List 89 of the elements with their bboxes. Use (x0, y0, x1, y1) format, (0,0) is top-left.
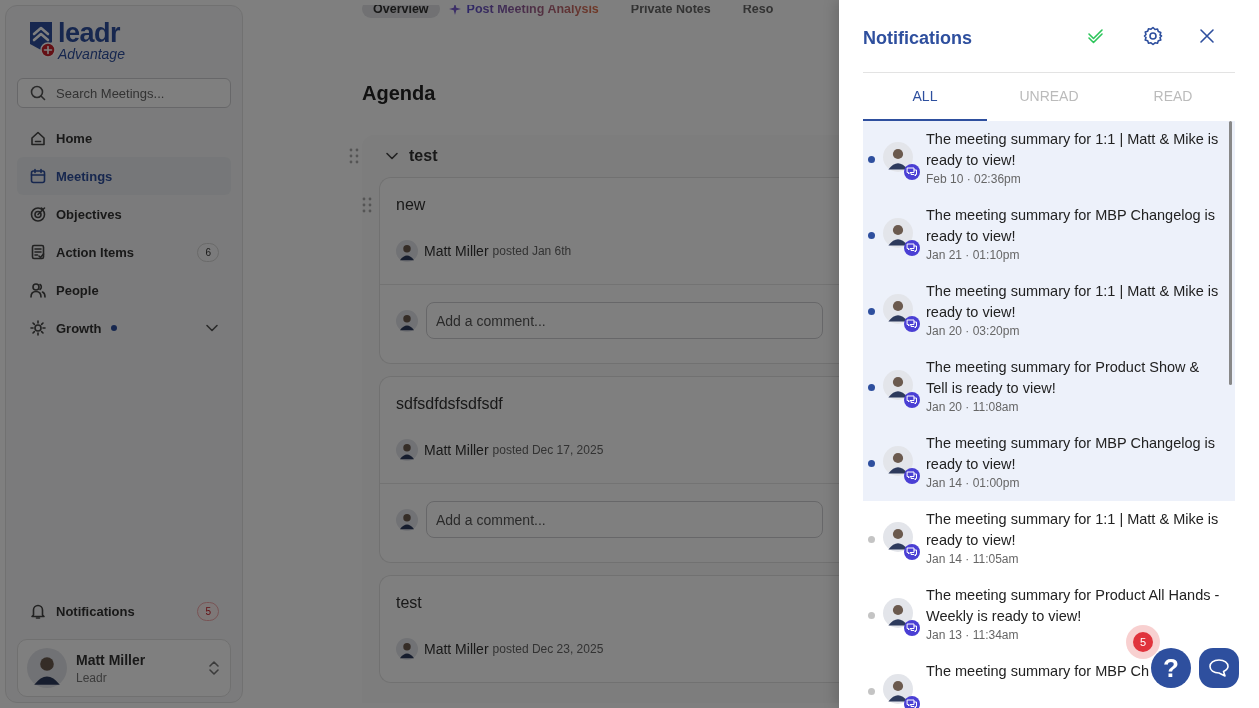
agenda-item-title: sdfsdfdsfsdfsdf (396, 395, 503, 413)
avatar (396, 508, 418, 531)
nav-icon (29, 243, 47, 261)
search-field[interactable]: Search Meetings... (17, 78, 231, 108)
notification-time: Jan 20 · 11:08am (926, 400, 1019, 414)
drawer-title: Notifications (863, 27, 972, 49)
nav-icon (29, 129, 47, 147)
user-switcher[interactable]: Matt Miller Leadr (17, 639, 231, 697)
posted-date: posted Jan 6th (492, 244, 572, 258)
count-badge: 5 (197, 601, 219, 621)
nav-item[interactable]: Home (17, 119, 231, 157)
nav-item[interactable]: Growth (17, 309, 231, 347)
agenda-item-title: test (396, 594, 422, 612)
author-name: Matt Miller (424, 243, 489, 259)
logo-tagline: Advantage (58, 46, 125, 62)
nav-icon (29, 281, 47, 299)
avatar (396, 309, 418, 332)
speech-bubble-icon (1208, 658, 1230, 678)
notification-time: Jan 14 · 11:05am (926, 552, 1019, 566)
avatar (883, 446, 913, 476)
chat-badge-icon (904, 620, 920, 636)
search-icon (30, 85, 46, 101)
chat-button[interactable] (1199, 648, 1239, 688)
notification-message: The meeting summary for MBP Changelog is ready to view! (926, 206, 1217, 246)
user-org: Leadr (76, 670, 108, 685)
posted-date: posted Dec 17, 2025 (492, 443, 604, 457)
scrollbar-thumb[interactable] (1229, 121, 1232, 385)
count-badge: 5 (1133, 632, 1153, 652)
author-name: Matt Miller (424, 641, 489, 657)
nav-item[interactable]: Action Items 6 (17, 233, 231, 271)
nav-icon (29, 205, 47, 223)
logo-wordmark: leadr (58, 20, 122, 46)
comment-field[interactable]: Add a comment... (426, 302, 823, 339)
chat-badge-icon (904, 392, 920, 408)
help-button[interactable]: ? (1151, 648, 1191, 688)
notification-item[interactable]: The meeting summary for MBP Changelog is ready to view! Jan 14 · 01:00pm (863, 425, 1235, 501)
notification-time: Jan 13 · 11:34am (926, 628, 1019, 642)
avatar (883, 674, 913, 704)
nav-item[interactable]: People (17, 271, 231, 309)
nav-icon (29, 167, 47, 185)
bell-icon (29, 602, 47, 620)
nav-item[interactable]: Objectives (17, 195, 231, 233)
close-icon[interactable] (1199, 28, 1215, 44)
avatar (883, 218, 913, 248)
avatar (883, 598, 913, 628)
meeting-tab[interactable]: Reso (731, 5, 785, 18)
notification-message: The meeting summary for Product All Hands - Weekly is ready to view! (926, 586, 1221, 626)
chat-badge-icon (904, 316, 920, 332)
avatar (27, 648, 67, 688)
section-title: test (409, 147, 438, 165)
notification-message: The meeting summary for 1:1 | Matt & Mike is ready to view! (926, 510, 1220, 550)
user-name: Matt Miller (76, 651, 146, 668)
nav-item[interactable]: Meetings (17, 157, 231, 195)
drag-handle-icon (349, 148, 359, 164)
avatar (396, 240, 418, 262)
avatar (883, 142, 913, 172)
notification-message: The meeting summary for MBP Ch (926, 662, 1149, 681)
avatar (883, 522, 913, 552)
chat-badge-icon (904, 544, 920, 560)
drag-handle-icon (362, 197, 372, 213)
notification-time: Jan 14 · 01:00pm (926, 476, 1020, 490)
section-heading: Agenda (362, 82, 437, 105)
nav-icon (29, 319, 47, 337)
chat-badge-icon (904, 240, 920, 256)
notification-message: The meeting summary for 1:1 | Matt & Mike is ready to view! (926, 282, 1220, 322)
posted-date: posted Dec 23, 2025 (492, 642, 604, 656)
agenda-item-title: new (396, 196, 426, 214)
notification-time: Jan 20 · 03:20pm (926, 324, 1020, 338)
avatar (396, 439, 418, 461)
author-name: Matt Miller (424, 442, 489, 458)
comment-field[interactable]: Add a comment... (426, 501, 823, 538)
notification-item[interactable]: The meeting summary for 1:1 | Matt & Mike is ready to view! Jan 20 · 03:20pm (863, 273, 1235, 349)
up-down-chevron-icon (208, 660, 220, 676)
notification-message: The meeting summary for Product Show & Tell is ready to view! (926, 358, 1201, 398)
chat-badge-icon (904, 164, 920, 180)
avatar (883, 294, 913, 324)
notification-message: The meeting summary for MBP Changelog is ready to view! (926, 434, 1217, 474)
notification-time: Jan 21 · 01:10pm (926, 248, 1020, 262)
shield-logo-icon (28, 20, 56, 58)
notification-time: Feb 10 · 02:36pm (926, 172, 1021, 186)
notification-message: The meeting summary for 1:1 | Matt & Mike is ready to view! (926, 130, 1220, 170)
settings-icon[interactable] (1143, 26, 1163, 46)
notification-item[interactable]: The meeting summary for Product Show & Tell is ready to view! Jan 20 · 11:08am (863, 349, 1235, 425)
notification-item[interactable]: The meeting summary for MBP Changelog is ready to view! Jan 21 · 01:10pm (863, 197, 1235, 273)
avatar (883, 370, 913, 400)
avatar (396, 638, 418, 660)
notification-item[interactable]: The meeting summary for 1:1 | Matt & Mike is ready to view! Feb 10 · 02:36pm (863, 121, 1235, 197)
notifications-link[interactable]: Notifications 5 (17, 592, 231, 630)
chat-badge-icon (904, 468, 920, 484)
